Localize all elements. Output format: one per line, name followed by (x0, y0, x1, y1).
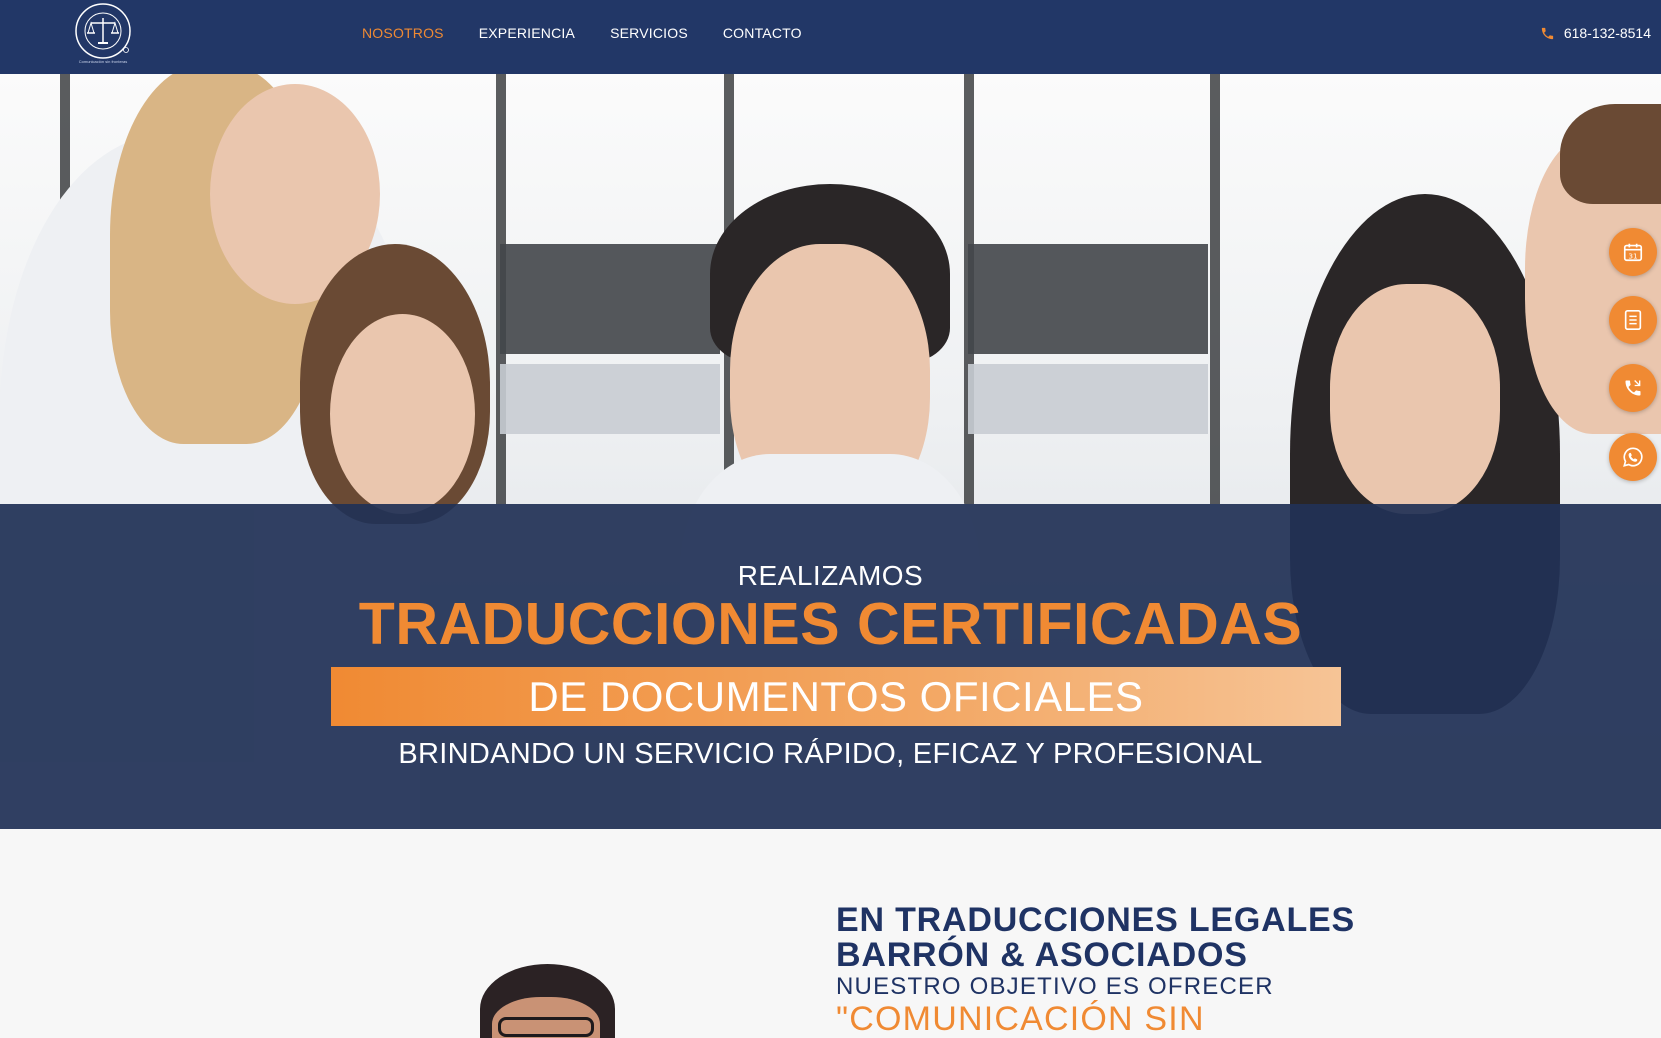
hero-band-text: DE DOCUMENTOS OFICIALES (528, 672, 1144, 720)
logo-caption: Comunicación sin fronteras (78, 59, 128, 64)
calendar-icon: 31 (1623, 243, 1643, 262)
header-phone-link[interactable]: 618-132-8514 (1540, 0, 1651, 66)
background-window-frame (1210, 74, 1220, 504)
person-right-face (1330, 284, 1500, 514)
nav-item-nosotros[interactable]: NOSOTROS (362, 25, 444, 41)
about-subtitle: NUESTRO OBJETIVO ES OFRECER (836, 973, 1274, 1000)
background-blind (968, 244, 1208, 354)
document-icon (1624, 310, 1642, 330)
calendar-action-button[interactable]: 31 (1609, 228, 1657, 276)
person-second-face (330, 314, 475, 514)
background-blind (500, 244, 720, 354)
hero-headline: TRADUCCIONES CERTIFICADAS (358, 591, 1303, 657)
about-title-line1: EN TRADUCCIONES LEGALES (836, 901, 1355, 939)
main-nav: NOSOTROS EXPERIENCIA SERVICIOS CONTACTO (362, 0, 837, 66)
document-action-button[interactable] (1609, 296, 1657, 344)
portrait-glasses (498, 1017, 594, 1037)
about-title-line2: BARRÓN & ASOCIADOS (836, 936, 1248, 974)
about-section: EN TRADUCCIONES LEGALES BARRÓN & ASOCIAD… (0, 829, 1661, 1038)
nav-item-servicios[interactable]: SERVICIOS (610, 25, 688, 41)
top-navigation-bar: Comunicación sin fronteras NOSOTROS EXPE… (0, 0, 1661, 74)
about-text-block: EN TRADUCCIONES LEGALES BARRÓN & ASOCIAD… (836, 901, 1396, 1038)
phone-icon (1541, 27, 1553, 39)
company-logo[interactable]: Comunicación sin fronteras (70, 2, 136, 66)
hero-highlight-band: DE DOCUMENTOS OFICIALES (331, 667, 1341, 726)
calendar-day-number: 31 (1628, 251, 1637, 260)
nav-item-contacto[interactable]: CONTACTO (723, 25, 802, 41)
whatsapp-action-button[interactable] (1609, 433, 1657, 481)
person-far-right-hair (1560, 104, 1661, 204)
scales-of-justice-logo-icon (75, 3, 131, 59)
nav-item-experiencia[interactable]: EXPERIENCIA (479, 25, 575, 41)
about-quote: "COMUNICACIÓN SIN (836, 1000, 1205, 1038)
hero-banner: REALIZAMOS TRADUCCIONES CERTIFICADAS DE … (0, 74, 1661, 829)
whatsapp-icon (1623, 447, 1643, 467)
phone-number: 618-132-8514 (1563, 25, 1651, 41)
hero-subline: BRINDANDO UN SERVICIO RÁPIDO, EFICAZ Y P… (398, 738, 1263, 770)
call-action-button[interactable] (1609, 364, 1657, 412)
hero-intro-text: REALIZAMOS (737, 560, 924, 591)
phone-icon (1625, 380, 1641, 396)
background-blind (500, 364, 720, 434)
background-blind (968, 364, 1208, 434)
hero-text-overlay: REALIZAMOS TRADUCCIONES CERTIFICADAS DE … (0, 504, 1661, 829)
